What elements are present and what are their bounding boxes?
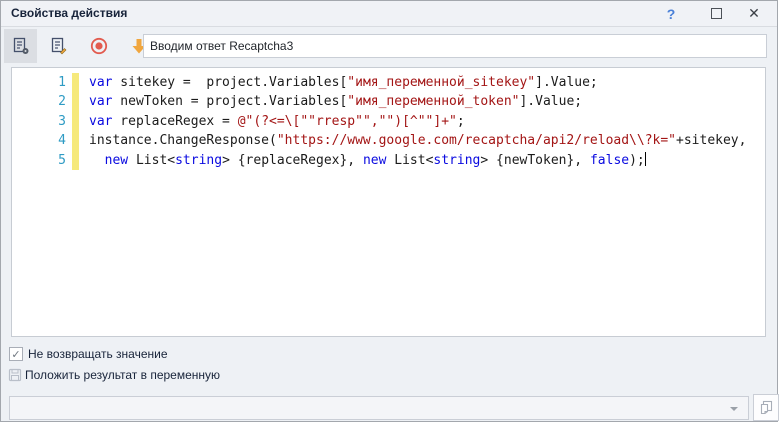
- code-token: sitekey = project.Variables[: [112, 75, 347, 90]
- code-token: false: [590, 153, 629, 168]
- edit-code-icon: [49, 36, 69, 56]
- help-icon: ?: [667, 6, 676, 22]
- action-properties-icon: [11, 36, 31, 56]
- record-button[interactable]: [82, 29, 115, 63]
- code-token: string: [433, 153, 480, 168]
- code-token: [89, 153, 105, 168]
- line-number: 4: [12, 131, 66, 150]
- action-properties-window: Свойства действия ? ✕: [0, 0, 778, 422]
- toolbar: [1, 28, 777, 65]
- action-properties-button[interactable]: [4, 29, 37, 63]
- code-token: ;: [457, 114, 465, 129]
- line-number: 5: [12, 151, 66, 170]
- line-number: 2: [12, 92, 66, 111]
- help-button[interactable]: ?: [656, 1, 686, 26]
- code-token: new: [363, 153, 386, 168]
- code-line: var replaceRegex = @"(?<=\[""rresp"","")…: [89, 112, 761, 131]
- code-token: "https://www.google.com/recaptcha/api2/r…: [277, 133, 676, 148]
- title-bar: Свойства действия ? ✕: [1, 1, 777, 27]
- code-token: );: [629, 153, 645, 168]
- close-button[interactable]: ✕: [739, 1, 769, 26]
- save-result-row: Положить результат в переменную: [8, 367, 220, 383]
- checkmark-icon: ✓: [11, 348, 20, 361]
- code-token: var: [89, 114, 112, 129]
- code-token: > {newToken},: [480, 153, 590, 168]
- close-icon: ✕: [748, 5, 760, 22]
- code-editor[interactable]: 12345 var sitekey = project.Variables["и…: [11, 67, 766, 337]
- code-token: "имя_переменной_sitekey": [347, 75, 535, 90]
- chevron-down-icon: [730, 407, 738, 411]
- maximize-icon: [711, 8, 722, 19]
- code-token: +sitekey,: [676, 133, 746, 148]
- line-number: 1: [12, 73, 66, 92]
- copy-button[interactable]: [753, 394, 779, 421]
- no-return-value-label[interactable]: Не возвращать значение: [28, 347, 168, 361]
- text-caret: [645, 152, 646, 166]
- result-variable-dropdown[interactable]: [9, 396, 749, 420]
- code-token: List<: [128, 153, 175, 168]
- code-token: string: [175, 153, 222, 168]
- code-token: instance.ChangeResponse(: [89, 133, 277, 148]
- code-token: var: [89, 94, 112, 109]
- code-token: new: [105, 153, 128, 168]
- code-line: var newToken = project.Variables["имя_пе…: [89, 92, 761, 111]
- code-token: > {replaceRegex},: [222, 153, 363, 168]
- edit-code-button[interactable]: [42, 29, 75, 63]
- change-tracking-bar: [72, 73, 79, 170]
- line-number-gutter: 12345: [12, 73, 66, 170]
- code-token: @"(?<=\[""rresp"","")[^""]+": [238, 114, 457, 129]
- line-number: 3: [12, 112, 66, 131]
- code-line: instance.ChangeResponse("https://www.goo…: [89, 131, 761, 150]
- record-icon: [89, 36, 109, 56]
- code-token: "имя_переменной_token": [347, 94, 519, 109]
- maximize-button[interactable]: [701, 1, 731, 26]
- code-lines: var sitekey = project.Variables["имя_пер…: [89, 73, 761, 170]
- copy-icon: [759, 400, 774, 415]
- save-result-label: Положить результат в переменную: [25, 368, 220, 382]
- action-name-input[interactable]: [143, 34, 767, 58]
- code-line: var sitekey = project.Variables["имя_пер…: [89, 73, 761, 92]
- code-token: ].Value;: [535, 75, 598, 90]
- save-floppy-icon: [8, 368, 22, 382]
- code-line: new List<string> {replaceRegex}, new Lis…: [89, 151, 761, 170]
- no-return-value-row: ✓ Не возвращать значение: [9, 346, 168, 362]
- code-token: ].Value;: [519, 94, 582, 109]
- code-token: newToken = project.Variables[: [112, 94, 347, 109]
- code-token: replaceRegex =: [112, 114, 237, 129]
- code-token: var: [89, 75, 112, 90]
- no-return-value-checkbox[interactable]: ✓: [9, 347, 23, 361]
- window-title: Свойства действия: [11, 6, 127, 20]
- code-token: List<: [386, 153, 433, 168]
